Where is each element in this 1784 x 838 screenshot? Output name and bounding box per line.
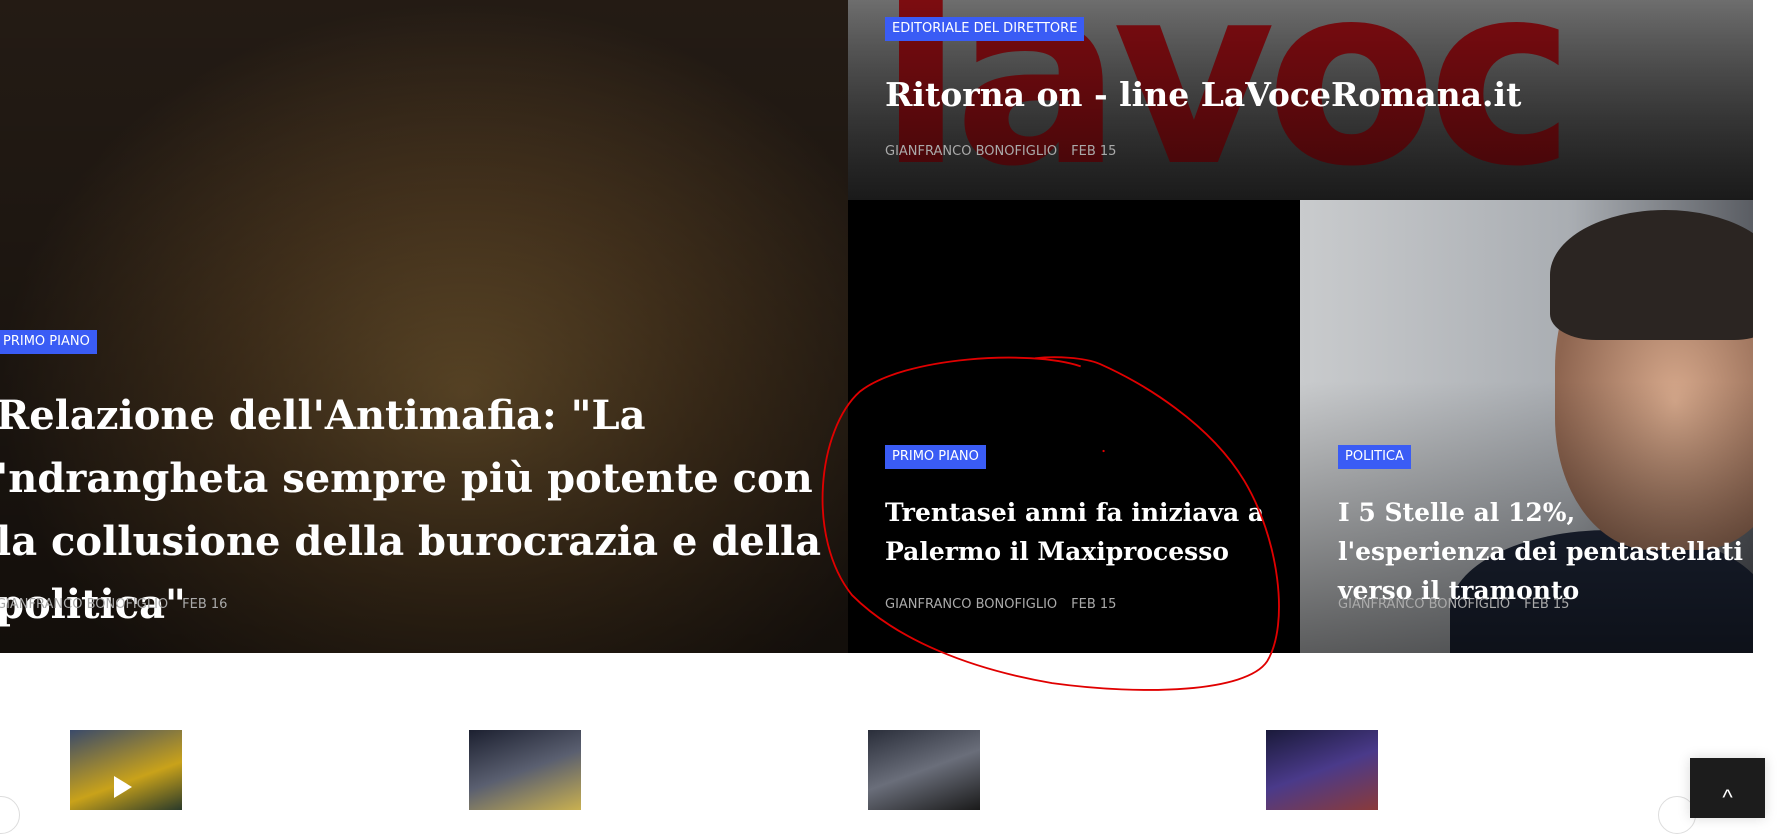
carousel-prev-button[interactable]	[0, 796, 20, 834]
video-thumbnail[interactable]	[469, 730, 581, 810]
editorial-article-card[interactable]: lavoc Editoriale del direttore Ritorna o…	[848, 0, 1753, 200]
play-icon	[114, 776, 132, 798]
article-meta: Gianfranco Bonofiglio Feb 15	[885, 144, 1130, 159]
category-badge[interactable]: Primo Piano	[885, 445, 986, 469]
date: Feb 15	[1071, 597, 1117, 612]
date: Feb 16	[182, 597, 228, 612]
maxiprocesso-article-card[interactable]: Primo Piano Trentasei anni fa iniziava a…	[848, 200, 1300, 653]
article-title[interactable]: I 5 Stelle al 12%, l'esperienza dei pent…	[1338, 493, 1748, 610]
featured-article-card[interactable]: Primo Piano Relazione dell'Antimafia: "L…	[0, 0, 848, 653]
article-title[interactable]: Ritorna on - line LaVoceRomana.it	[885, 70, 1521, 120]
video-thumbnail[interactable]	[70, 730, 182, 810]
video-thumbnail[interactable]	[868, 730, 980, 810]
author[interactable]: Gianfranco Bonofiglio	[885, 597, 1057, 612]
article-meta: Gianfranco Bonofiglio Feb 15	[1338, 597, 1583, 612]
chevron-up-icon: ^	[1722, 785, 1733, 810]
category-badge[interactable]: Primo Piano	[0, 330, 97, 354]
article-title[interactable]: Trentasei anni fa iniziava a Palermo il …	[885, 493, 1285, 571]
author[interactable]: Gianfranco Bonofiglio	[0, 597, 168, 612]
category-badge[interactable]: Politica	[1338, 445, 1411, 469]
video-thumbnail[interactable]	[1266, 730, 1378, 810]
article-meta: Gianfranco Bonofiglio Feb 16	[0, 597, 241, 612]
article-meta: Gianfranco Bonofiglio Feb 15	[885, 597, 1130, 612]
date: Feb 15	[1071, 144, 1117, 159]
politics-article-card[interactable]: Politica I 5 Stelle al 12%, l'esperienza…	[1300, 200, 1753, 653]
date: Feb 15	[1524, 597, 1570, 612]
author[interactable]: Gianfranco Bonofiglio	[885, 144, 1057, 159]
back-to-top-button[interactable]: ^	[1690, 758, 1765, 818]
category-badge[interactable]: Editoriale del direttore	[885, 17, 1085, 41]
author[interactable]: Gianfranco Bonofiglio	[1338, 597, 1510, 612]
